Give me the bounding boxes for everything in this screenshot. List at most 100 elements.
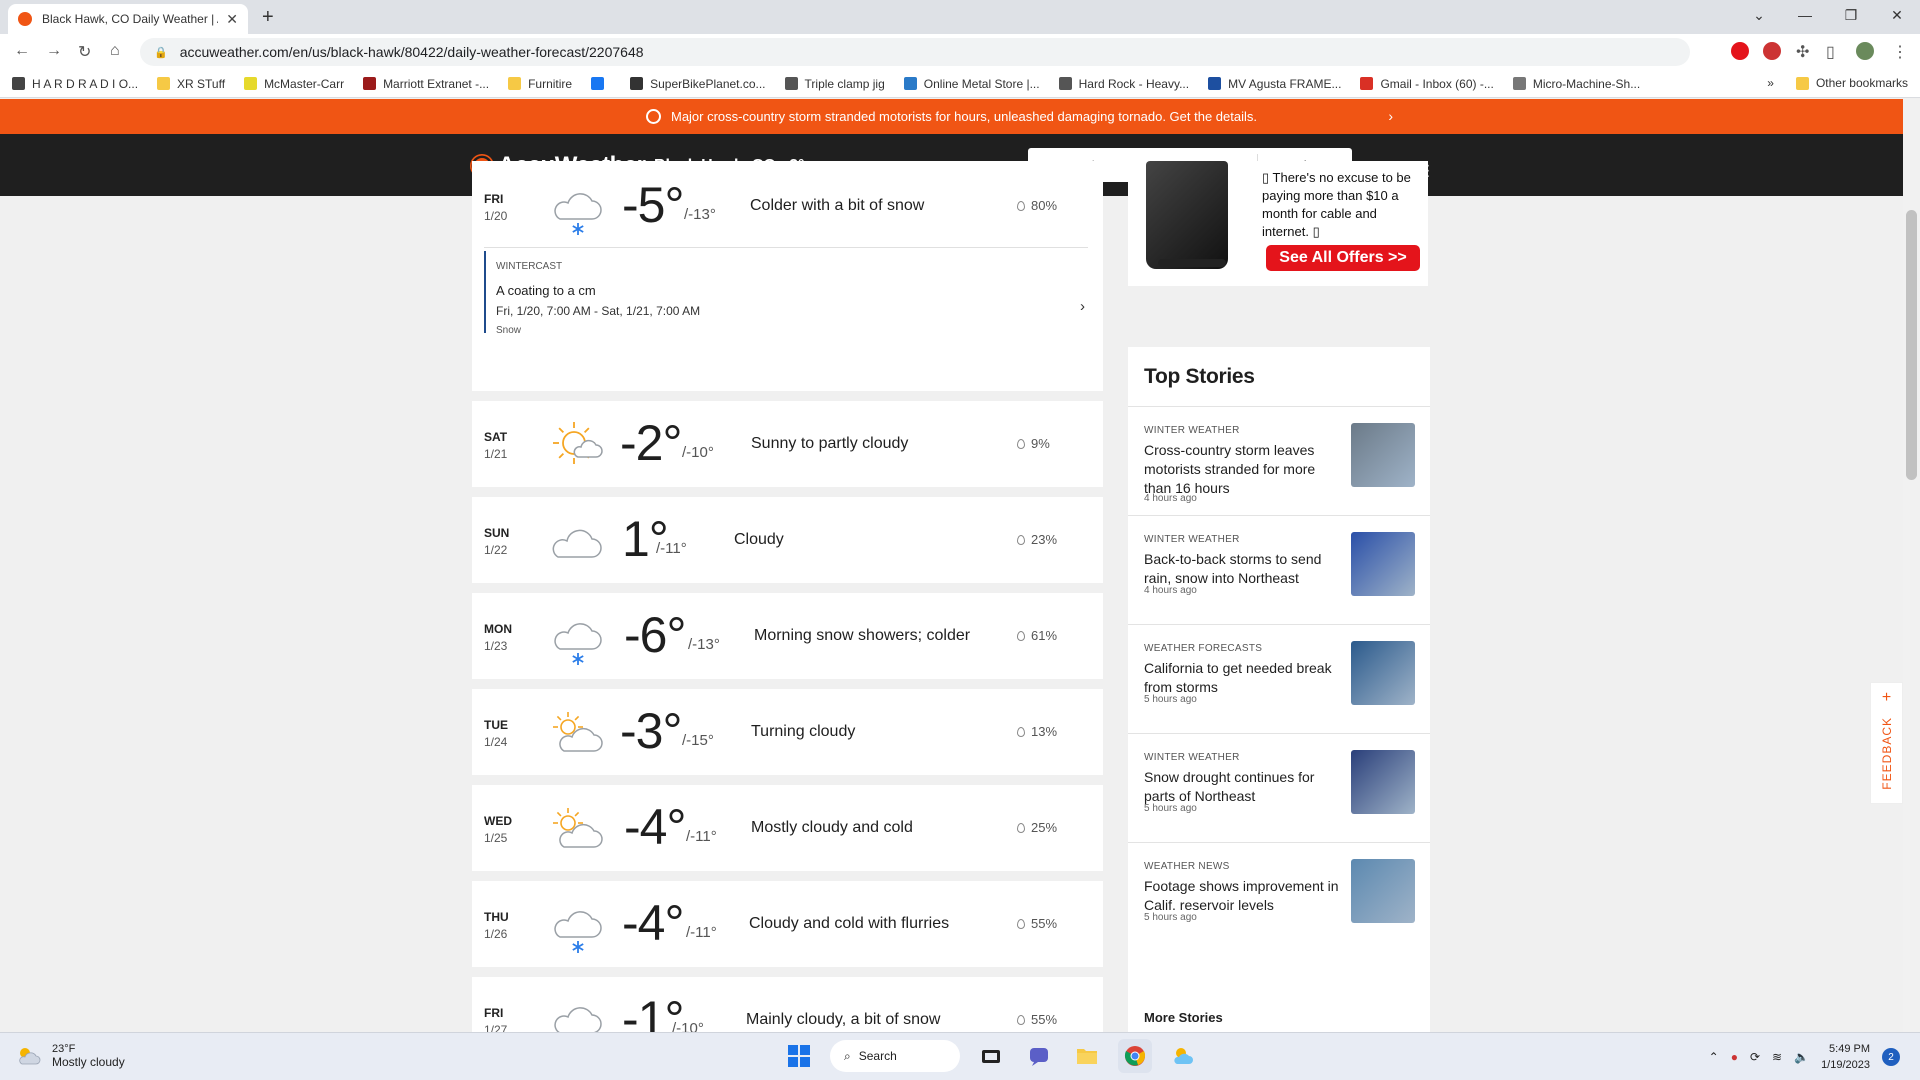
card-divider: [484, 247, 1088, 248]
bookmarks-overflow-icon[interactable]: »: [1767, 76, 1774, 90]
forecast-day-card[interactable]: WED 1/25 -4°/-11° Mostly cloudy and cold 25%: [472, 785, 1103, 871]
bookmark-item[interactable]: Gmail - Inbox (60) -...: [1360, 77, 1494, 91]
alert-icon: [645, 109, 661, 124]
reload-icon[interactable]: ↻: [78, 42, 91, 62]
sync-icon[interactable]: ⟳: [1750, 1050, 1760, 1064]
address-bar[interactable]: 🔒 accuweather.com/en/us/black-hawk/80422…: [140, 38, 1690, 66]
story-thumbnail[interactable]: [1351, 532, 1415, 596]
taskbar-weather-widget[interactable]: 23°F Mostly cloudy: [16, 1043, 125, 1069]
browser-tab[interactable]: Black Hawk, CO Daily Weather | A ✕: [8, 4, 248, 34]
forecast-day: FRI: [484, 1006, 504, 1020]
notification-badge[interactable]: 2: [1882, 1048, 1900, 1066]
bookmark-item[interactable]: H A R D R A D I O...: [12, 77, 138, 91]
bookmark-item[interactable]: Marriott Extranet -...: [363, 77, 489, 91]
close-tab-icon[interactable]: ✕: [226, 11, 238, 28]
forecast-day-card[interactable]: THU 1/26 -4°/-11° Cloudy and cold with flur…: [472, 881, 1103, 967]
restore-icon[interactable]: ❐: [1828, 0, 1874, 30]
url-text: accuweather.com/en/us/black-hawk/80422/d…: [179, 44, 644, 60]
opera-extension-icon[interactable]: [1731, 42, 1749, 60]
chevron-right-icon[interactable]: ›: [1080, 298, 1085, 315]
accuweather-favicon-icon: [18, 12, 32, 26]
bookmark-item[interactable]: Triple clamp jig: [784, 77, 885, 91]
taskbar-search[interactable]: ⌕ Search: [830, 1040, 960, 1072]
windows-start-icon[interactable]: [782, 1039, 816, 1073]
profile-avatar[interactable]: [1856, 42, 1874, 60]
story-category: WINTER WEATHER: [1144, 425, 1240, 436]
bookmark-item[interactable]: McMaster-Carr: [244, 77, 344, 91]
story-thumbnail[interactable]: [1351, 641, 1415, 705]
forecast-day-card[interactable]: FRI 1/20 -5°/-13° Colder with a bit of snow…: [472, 161, 1103, 391]
alert-text: Major cross-country storm stranded motor…: [670, 109, 1257, 124]
chevron-right-icon[interactable]: ›: [1388, 108, 1393, 124]
bookmark-item[interactable]: Hard Rock - Heavy...: [1058, 77, 1189, 91]
bookmark-label: Micro-Machine-Sh...: [1532, 76, 1641, 91]
precip-value: 9%: [1031, 436, 1050, 451]
volume-icon[interactable]: 🔈: [1794, 1050, 1809, 1064]
bookmark-item[interactable]: [591, 77, 611, 90]
browser-menu-icon[interactable]: ⋮: [1892, 42, 1908, 62]
story-item[interactable]: WINTER WEATHER Snow drought continues for…: [1128, 733, 1430, 841]
minimize-icon[interactable]: —: [1782, 0, 1828, 30]
bookmark-favicon-icon: [1512, 77, 1526, 90]
story-item[interactable]: WINTER WEATHER Back-to-back storms to sen…: [1128, 515, 1430, 623]
system-clock[interactable]: 5:49 PM 1/19/2023: [1821, 1041, 1870, 1073]
close-window-icon[interactable]: ✕: [1874, 0, 1920, 30]
precip-value: 23%: [1031, 532, 1058, 547]
forecast-phrase: Morning snow showers; colder: [754, 627, 971, 644]
bookmark-favicon-icon: [1360, 77, 1374, 90]
story-time: 5 hours ago: [1144, 803, 1197, 814]
home-icon[interactable]: ⌂: [110, 42, 120, 60]
story-thumbnail[interactable]: [1351, 750, 1415, 814]
snow-icon: [550, 609, 606, 665]
back-icon[interactable]: ←: [14, 42, 30, 60]
story-item[interactable]: WINTER WEATHER Cross-country storm leaves…: [1128, 406, 1430, 514]
antivirus-icon[interactable]: ●: [1731, 1050, 1738, 1064]
forecast-phrase: Cloudy and cold with flurries: [749, 915, 950, 932]
new-tab-icon[interactable]: +: [262, 6, 274, 29]
bookmark-item[interactable]: Online Metal Store |...: [903, 77, 1040, 91]
see-all-offers-button[interactable]: See All Offers >>: [1266, 245, 1420, 271]
bookmark-item[interactable]: Micro-Machine-Sh...: [1512, 76, 1641, 91]
forward-icon[interactable]: →: [46, 42, 62, 60]
scrollbar-thumb[interactable]: [1906, 210, 1917, 480]
precip-probability: 23%: [1017, 532, 1057, 547]
tab-search-chevron-icon[interactable]: ⌄: [1736, 0, 1782, 30]
story-item[interactable]: WEATHER FORECASTS California to get neede…: [1128, 624, 1430, 732]
tray-overflow-icon[interactable]: ⌃: [1709, 1050, 1719, 1064]
story-thumbnail[interactable]: [1351, 859, 1415, 923]
side-panel-icon[interactable]: ▯: [1826, 42, 1835, 62]
file-explorer-icon[interactable]: [1070, 1039, 1104, 1073]
bookmark-item[interactable]: MV Agusta FRAME...: [1208, 77, 1341, 91]
weather-app-icon[interactable]: [1166, 1039, 1200, 1073]
precip-probability: 55%: [1017, 916, 1057, 931]
story-time: 5 hours ago: [1144, 694, 1197, 705]
forecast-day-card[interactable]: SAT 1/21 -2°/-10° Sunny to partly cloudy 9%: [472, 401, 1103, 487]
advertisement[interactable]: ▯ There's no excuse to be paying more th…: [1128, 161, 1428, 286]
lock-icon[interactable]: 🔒: [154, 46, 168, 59]
forecast-low-temp: /-10°: [682, 444, 714, 461]
wintercast-panel[interactable]: WINTERCAST A coating to a cm Fri, 1/20, 7:…: [484, 251, 1088, 336]
wifi-icon[interactable]: ≋: [1772, 1050, 1782, 1064]
more-stories-link[interactable]: More Stories: [1144, 1010, 1223, 1025]
bookmark-item[interactable]: Furnitire: [508, 77, 572, 91]
story-category: WINTER WEATHER: [1144, 534, 1240, 545]
forecast-day-card[interactable]: MON 1/23 -6°/-13° Morning snow showers; col…: [472, 593, 1103, 679]
adblock-extension-icon[interactable]: [1763, 42, 1781, 60]
teams-chat-icon[interactable]: [1022, 1039, 1056, 1073]
bookmark-item[interactable]: XR STuff: [157, 77, 225, 91]
forecast-day-card[interactable]: SUN 1/22 1°/-11° Cloudy 23%: [472, 497, 1103, 583]
bookmark-label: Furnitire: [528, 76, 573, 91]
task-view-icon[interactable]: [974, 1039, 1008, 1073]
story-thumbnail[interactable]: [1351, 423, 1415, 487]
bookmark-item[interactable]: SuperBikePlanet.co...: [630, 77, 766, 91]
extensions-puzzle-icon[interactable]: ✣: [1796, 42, 1809, 62]
forecast-day-card[interactable]: TUE 1/24 -3°/-15° Turning cloudy 13%: [472, 689, 1103, 775]
feedback-tab[interactable]: + FEEDBACK: [1870, 682, 1903, 804]
chrome-icon[interactable]: [1118, 1039, 1152, 1073]
system-tray: ⌃ ● ⟳ ≋ 🔈 5:49 PM 1/19/2023 2: [1709, 1041, 1900, 1073]
forecast-day-card[interactable]: FRI 1/27 -1°/-10° Mainly cloudy, a bit of s…: [472, 977, 1103, 1032]
other-bookmarks[interactable]: » Other bookmarks: [1767, 76, 1908, 90]
story-item[interactable]: WEATHER NEWS Footage shows improvement in…: [1128, 842, 1430, 950]
breaking-news-banner[interactable]: Major cross-country storm stranded motor…: [0, 99, 1903, 134]
clock-time: 5:49 PM: [1829, 1043, 1870, 1055]
